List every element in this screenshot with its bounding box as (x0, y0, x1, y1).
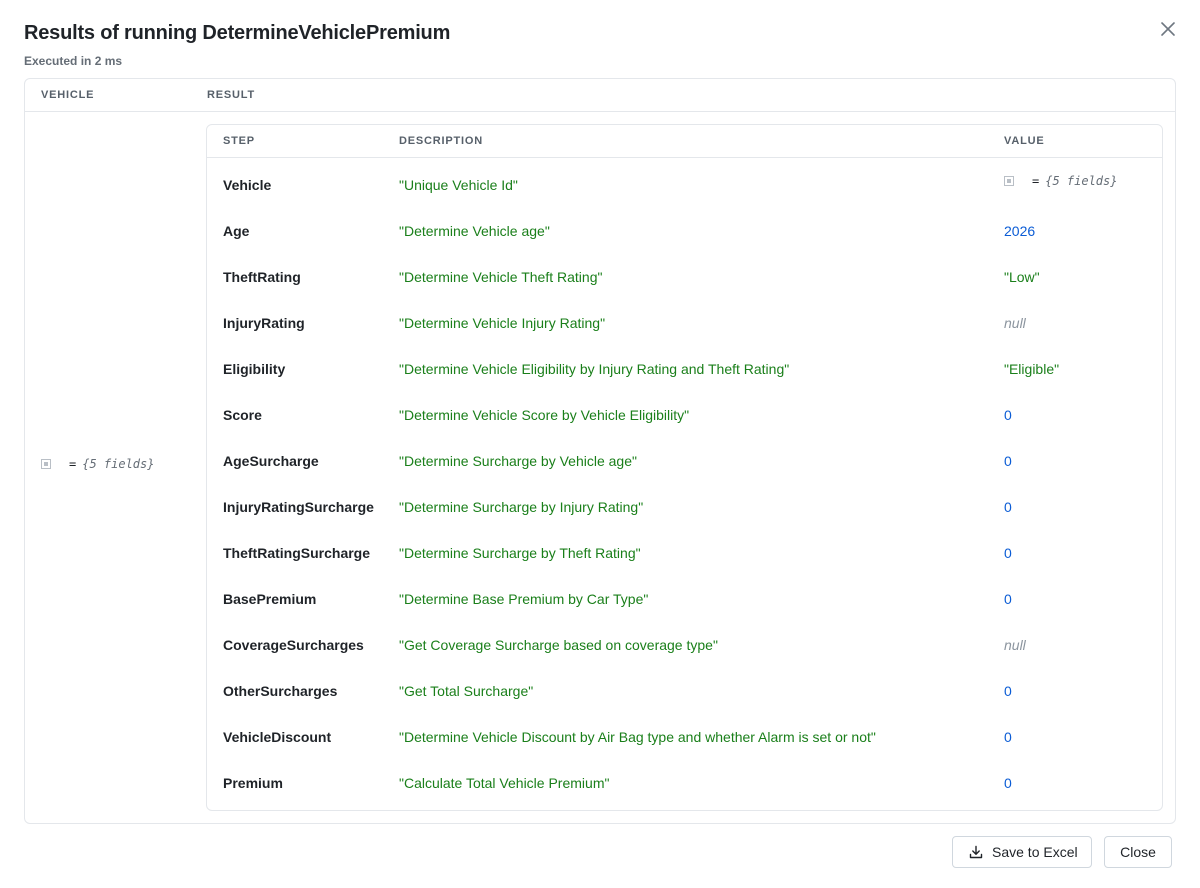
step-description: "Unique Vehicle Id" (399, 177, 518, 193)
step-name: VehicleDiscount (223, 729, 332, 745)
step-name: InjuryRatingSurcharge (223, 499, 374, 515)
step-description: "Determine Vehicle Theft Rating" (399, 269, 603, 285)
step-value: 2026 (1004, 223, 1036, 239)
equals-sign: = (1032, 174, 1040, 188)
step-name: CoverageSurcharges (223, 637, 364, 653)
step-description: "Determine Vehicle Score by Vehicle Elig… (399, 407, 690, 423)
step-results-header: STEP DESCRIPTION VALUE (207, 125, 1162, 158)
step-description: "Determine Vehicle Eligibility by Injury… (399, 361, 790, 377)
step-results-table: STEP DESCRIPTION VALUE Vehicle "Unique Ve… (206, 124, 1163, 811)
step-value: 0 (1004, 683, 1012, 699)
step-name: OtherSurcharges (223, 683, 338, 699)
step-description: "Determine Vehicle Discount by Air Bag t… (399, 729, 876, 745)
step-value: "Eligible" (1004, 361, 1060, 377)
column-header-description: DESCRIPTION (399, 135, 483, 147)
column-header-vehicle: VEHICLE (41, 89, 95, 101)
column-header-result: RESULT (207, 89, 255, 101)
step-name: AgeSurcharge (223, 453, 319, 469)
table-row: Vehicle "Unique Vehicle Id" = {5 fields} (207, 162, 1162, 208)
table-row: Premium "Calculate Total Vehicle Premium"… (207, 760, 1162, 806)
table-row: OtherSurcharges "Get Total Surcharge" 0 (207, 668, 1162, 714)
save-to-excel-label: Save to Excel (992, 844, 1078, 860)
column-header-step: STEP (223, 135, 255, 147)
step-value: 0 (1004, 407, 1012, 423)
step-value: 0 (1004, 775, 1012, 791)
step-value: null (1004, 637, 1026, 653)
step-value: 0 (1004, 729, 1012, 745)
step-description: "Determine Surcharge by Vehicle age" (399, 453, 637, 469)
equals-sign: = (69, 457, 77, 471)
step-name: Vehicle (223, 177, 272, 193)
step-name: BasePremium (223, 591, 317, 607)
step-description: "Calculate Total Vehicle Premium" (399, 775, 610, 791)
execution-time: Executed in 2 ms (24, 54, 123, 68)
step-value: "Low" (1004, 269, 1040, 285)
step-value: null (1004, 315, 1026, 331)
step-value: 0 (1004, 499, 1012, 515)
table-row: InjuryRatingSurcharge "Determine Surcharg… (207, 484, 1162, 530)
step-name: Premium (223, 775, 283, 791)
expand-icon[interactable] (1004, 176, 1014, 186)
results-table-header: VEHICLE RESULT (25, 79, 1175, 112)
save-to-excel-button[interactable]: Save to Excel (952, 836, 1092, 868)
step-value: 0 (1004, 453, 1012, 469)
step-description: "Determine Base Premium by Car Type" (399, 591, 649, 607)
step-name: Eligibility (223, 361, 286, 377)
table-row: AgeSurcharge "Determine Surcharge by Vehi… (207, 438, 1162, 484)
step-name: TheftRating (223, 269, 301, 285)
column-header-value: VALUE (1004, 135, 1045, 147)
step-description: "Determine Surcharge by Theft Rating" (399, 545, 641, 561)
table-row: VehicleDiscount "Determine Vehicle Discou… (207, 714, 1162, 760)
step-description: "Determine Surcharge by Injury Rating" (399, 499, 644, 515)
table-row: CoverageSurcharges "Get Coverage Surcharg… (207, 622, 1162, 668)
vehicle-value: = {5 fields} (41, 457, 154, 471)
step-value: 0 (1004, 545, 1012, 561)
table-row: TheftRatingSurcharge "Determine Surcharge… (207, 530, 1162, 576)
fields-summary: {5 fields} (1045, 174, 1118, 188)
table-row: BasePremium "Determine Base Premium by Ca… (207, 576, 1162, 622)
step-value: 0 (1004, 591, 1012, 607)
table-row: InjuryRating "Determine Vehicle Injury Ra… (207, 300, 1162, 346)
step-name: InjuryRating (223, 315, 305, 331)
step-name: TheftRatingSurcharge (223, 545, 371, 561)
step-name: Score (223, 407, 262, 423)
table-row: TheftRating "Determine Vehicle Theft Rati… (207, 254, 1162, 300)
step-description: "Get Total Surcharge" (399, 683, 534, 699)
table-row: Score "Determine Vehicle Score by Vehicle… (207, 392, 1162, 438)
results-table: VEHICLE RESULT = {5 fields} STEP DESCRIP… (24, 78, 1176, 824)
table-row: Age "Determine Vehicle age" 2026 (207, 208, 1162, 254)
step-description: "Get Coverage Surcharge based on coverag… (399, 637, 718, 653)
close-button-label: Close (1120, 844, 1156, 860)
table-row: Eligibility "Determine Vehicle Eligibilit… (207, 346, 1162, 392)
close-button[interactable]: Close (1104, 836, 1172, 868)
step-name: Age (223, 223, 250, 239)
expand-icon[interactable] (41, 459, 51, 469)
step-description: "Determine Vehicle age" (399, 223, 550, 239)
download-icon (969, 845, 983, 859)
fields-summary: {5 fields} (82, 457, 155, 471)
close-icon[interactable] (1157, 18, 1179, 40)
dialog-title: Results of running DetermineVehiclePremi… (24, 22, 451, 44)
step-value[interactable]: = {5 fields} (1004, 158, 1117, 204)
step-description: "Determine Vehicle Injury Rating" (399, 315, 606, 331)
